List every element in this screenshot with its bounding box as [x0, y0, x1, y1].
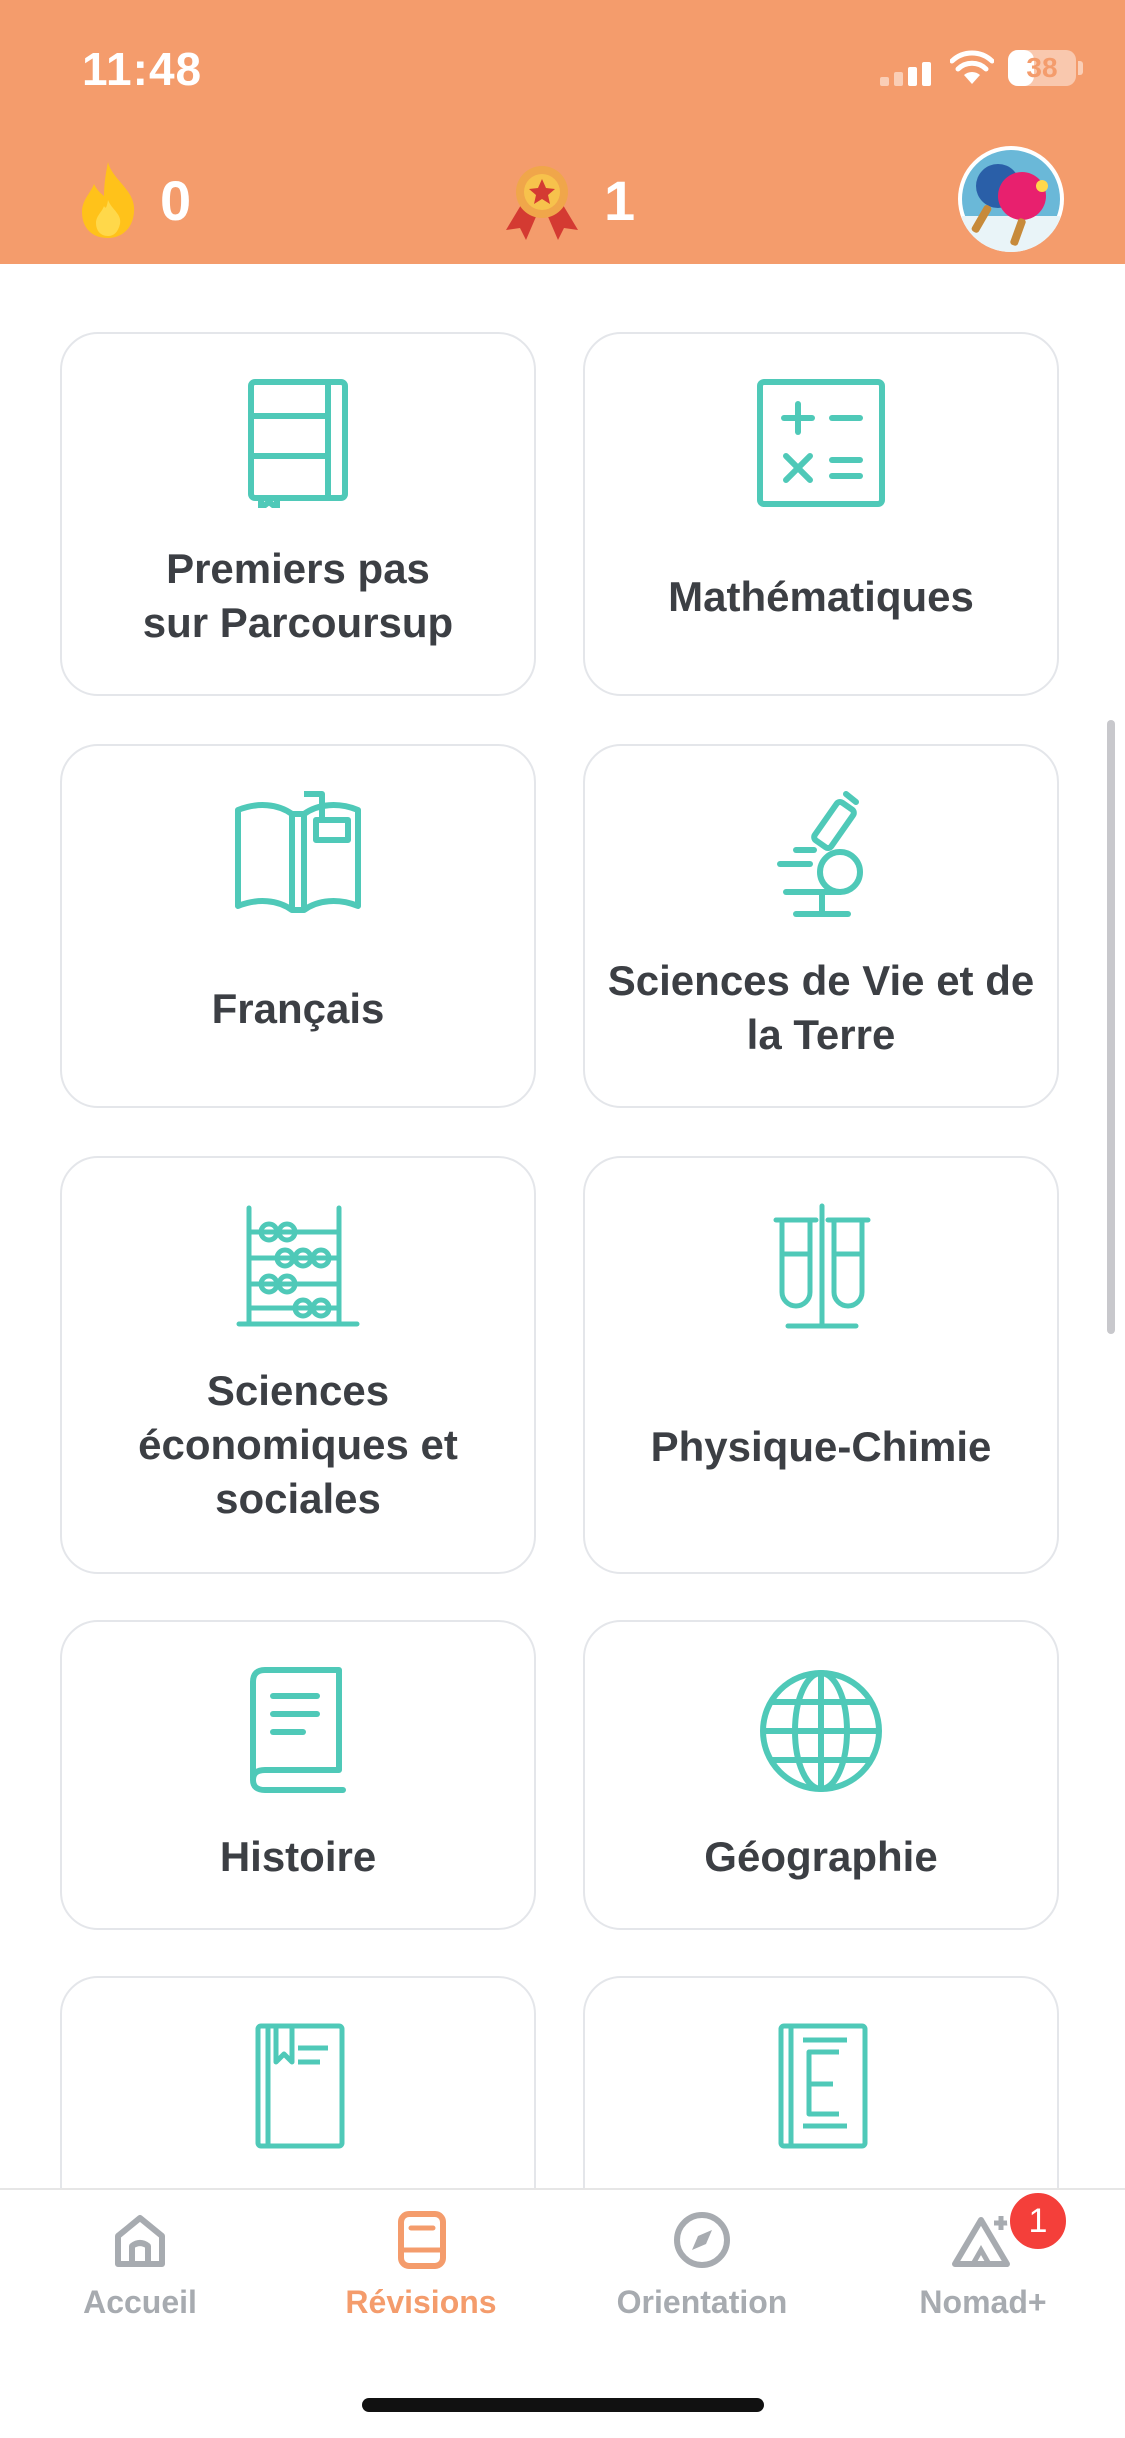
home-icon	[115, 2215, 165, 2267]
subject-card-premiers-pas[interactable]: Premiers pas sur Parcoursup	[60, 332, 536, 696]
tab-label: Nomad+	[919, 2284, 1047, 2320]
subject-label: Sciences économiques et sociales	[138, 1367, 458, 1522]
subject-card-10[interactable]	[583, 1976, 1059, 2188]
battery-nub	[1078, 61, 1083, 75]
microscope-icon	[777, 791, 863, 917]
medal-counter[interactable]: 1	[502, 160, 635, 240]
bookmark-book-icon	[255, 2023, 345, 2149]
book-icon	[398, 2211, 446, 2269]
tab-revisions[interactable]: Révisions	[281, 2210, 561, 2350]
globe-icon	[760, 1670, 882, 1792]
status-time: 11:48	[82, 43, 203, 95]
subject-label: Géographie	[704, 1833, 938, 1880]
tab-label: Accueil	[83, 2284, 197, 2320]
subject-card-physique-chimie[interactable]: Physique-Chimie	[583, 1156, 1059, 1574]
avatar[interactable]	[958, 146, 1064, 252]
subject-card-svt[interactable]: Sciences de Vie et de la Terre	[583, 744, 1059, 1108]
scrollbar[interactable]	[1107, 720, 1115, 1334]
tab-label: Orientation	[616, 2284, 788, 2320]
flame-icon	[82, 162, 135, 238]
test-tubes-icon	[773, 1203, 871, 1329]
notification-badge: 1	[1007, 2190, 1069, 2252]
subject-label: Premiers pas sur Parcoursup	[142, 545, 454, 646]
streak-counter[interactable]: 0	[78, 160, 191, 240]
streak-count: 0	[160, 168, 192, 232]
wifi-icon	[950, 50, 994, 84]
tab-orientation[interactable]: Orientation	[562, 2210, 842, 2350]
history-book-icon	[250, 1667, 346, 1793]
notebook-icon	[248, 379, 348, 508]
subject-grid: Premiers pas sur Parcoursup Mathématique…	[0, 264, 1125, 2188]
abacus-icon	[236, 1205, 360, 1327]
battery-level: 38	[1026, 52, 1058, 83]
tab-label: Révisions	[345, 2284, 497, 2320]
cellular-signal-icon	[880, 62, 931, 86]
battery-icon: 38	[1008, 50, 1076, 86]
letter-e-book-icon	[778, 2023, 868, 2149]
subject-card-francais[interactable]: Français	[60, 744, 536, 1108]
app-header: 11:48 38 0 1	[0, 0, 1125, 264]
home-indicator[interactable]	[362, 2398, 764, 2412]
subject-label: Physique-Chimie	[650, 1423, 992, 1470]
ping-pong-avatar-icon	[962, 150, 1060, 252]
subject-label: Sciences de Vie et de la Terre	[607, 957, 1035, 1058]
subject-card-9[interactable]	[60, 1976, 536, 2188]
tab-nomad-plus[interactable]: Nomad+ 1	[843, 2190, 1123, 2350]
subject-label: Mathématiques	[668, 573, 974, 620]
medal-icon	[506, 166, 578, 240]
tab-accueil[interactable]: Accueil	[0, 2210, 280, 2350]
subject-card-geographie[interactable]: Géographie	[583, 1620, 1059, 1930]
open-book-icon	[235, 791, 361, 913]
medal-count: 1	[604, 168, 636, 232]
subject-card-ses[interactable]: Sciences économiques et sociales	[60, 1156, 536, 1574]
subject-label: Français	[211, 985, 385, 1032]
calculator-icon	[757, 379, 885, 507]
compass-icon	[674, 2212, 730, 2268]
tent-plus-icon	[952, 2216, 1010, 2267]
subject-label: Histoire	[219, 1833, 377, 1880]
subject-card-histoire[interactable]: Histoire	[60, 1620, 536, 1930]
subject-card-mathematiques[interactable]: Mathématiques	[583, 332, 1059, 696]
